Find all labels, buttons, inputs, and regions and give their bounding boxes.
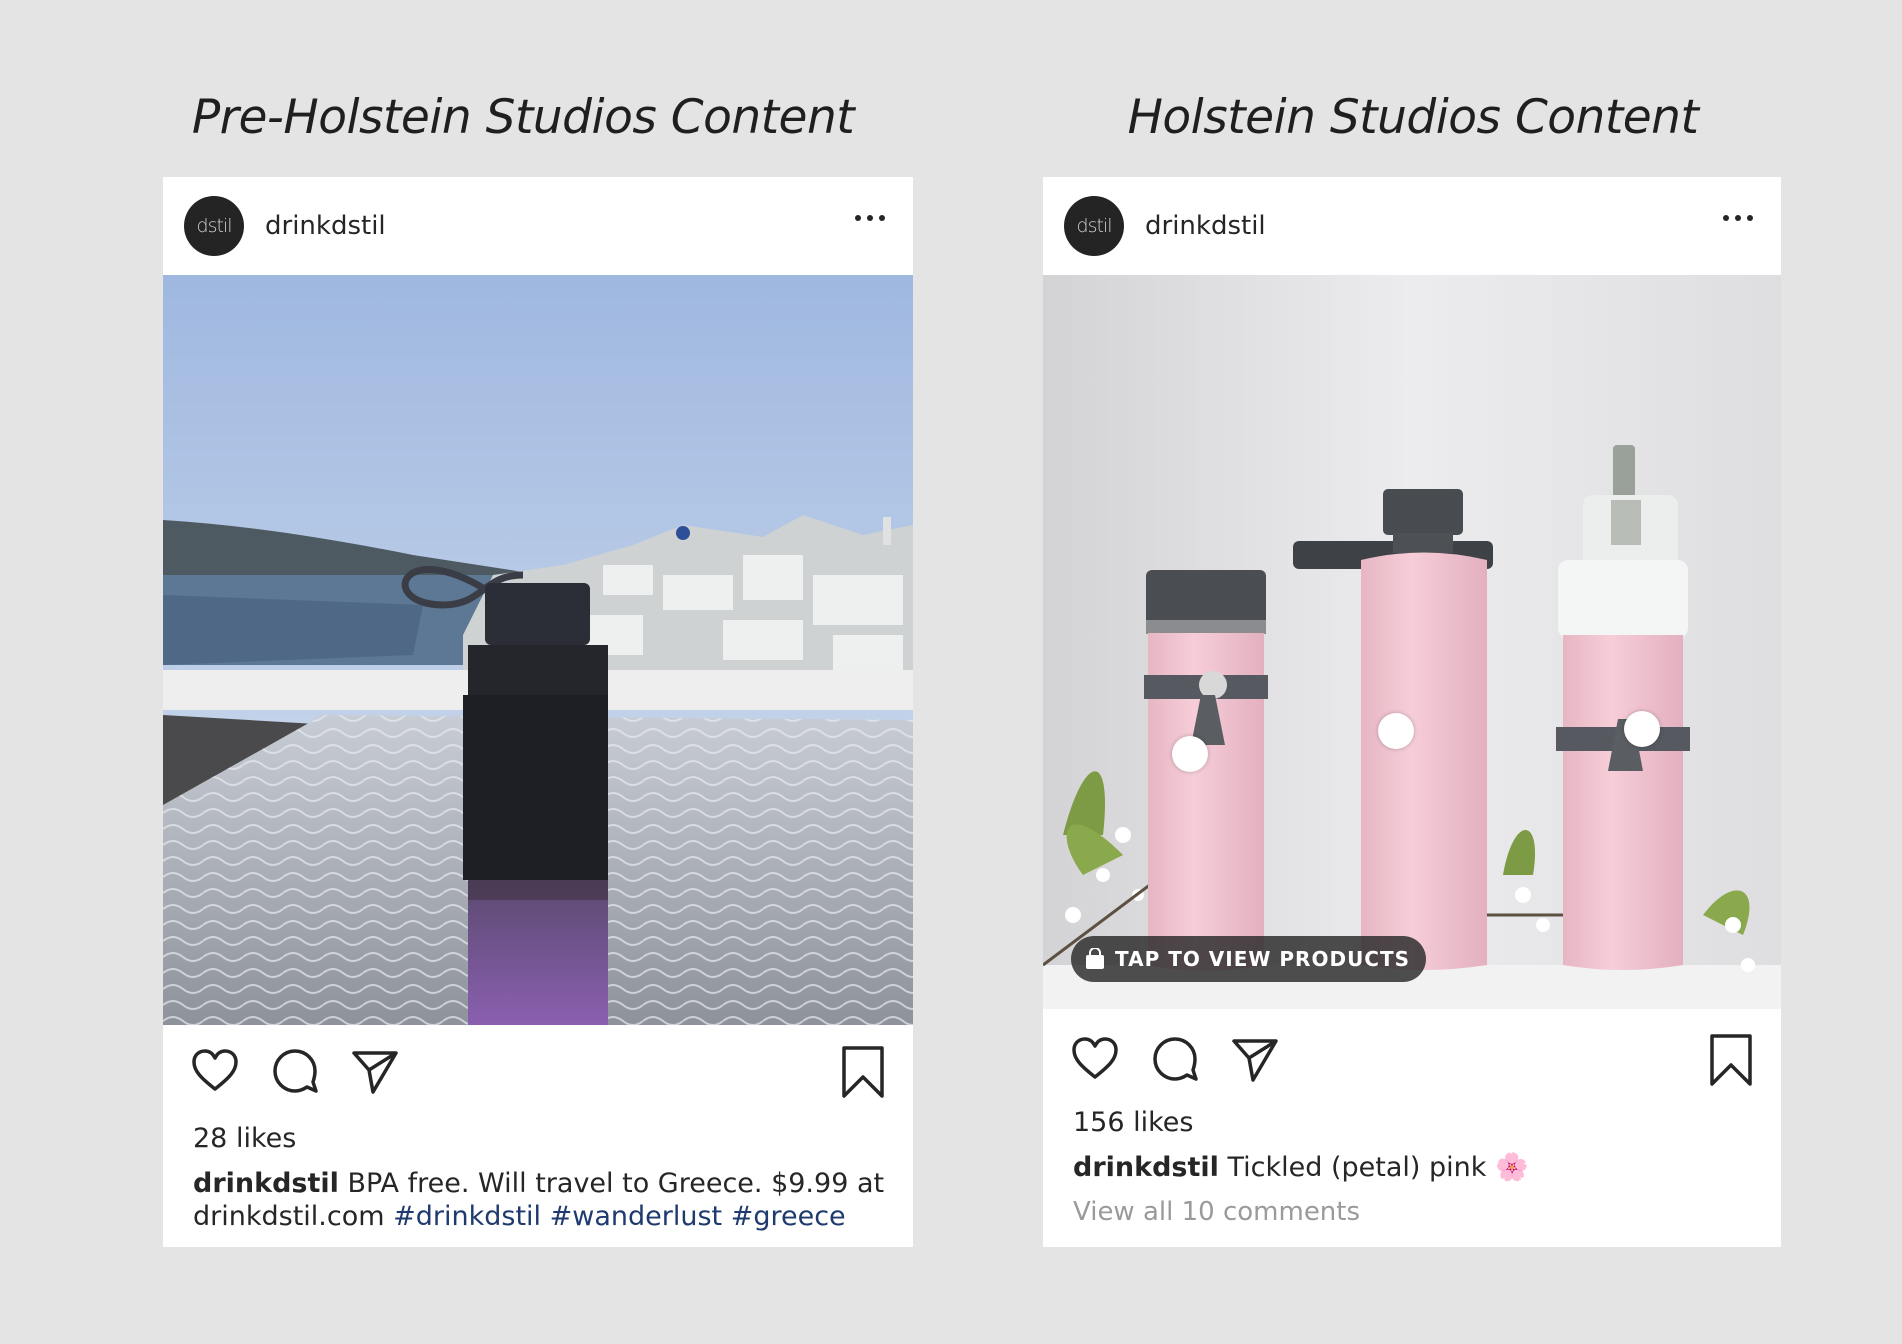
caption-text: Tickled (petal) pink bbox=[1227, 1152, 1487, 1183]
cherry-blossom-emoji: 🌸 bbox=[1494, 1152, 1529, 1183]
comment-icon[interactable] bbox=[1149, 1033, 1201, 1085]
caption: drinkdstil Tickled (petal) pink 🌸 bbox=[1073, 1151, 1757, 1184]
more-icon[interactable] bbox=[1723, 213, 1753, 223]
hashtag-wanderlust[interactable]: #wanderlust bbox=[550, 1201, 722, 1232]
username[interactable]: drinkdstil bbox=[1145, 211, 1266, 241]
avatar[interactable]: dstil bbox=[1064, 196, 1124, 256]
product-tag-dot[interactable] bbox=[1172, 736, 1208, 772]
greece-bottle-photo bbox=[163, 275, 913, 1025]
left-heading: Pre-Holstein Studios Content bbox=[191, 90, 855, 145]
hashtag-greece[interactable]: #greece bbox=[731, 1201, 846, 1232]
post-header: dstil drinkdstil bbox=[1043, 177, 1781, 275]
bookmark-icon[interactable] bbox=[1707, 1033, 1755, 1087]
caption-username[interactable]: drinkdstil bbox=[1073, 1152, 1219, 1183]
username[interactable]: drinkdstil bbox=[265, 211, 386, 241]
post-photo[interactable] bbox=[163, 275, 913, 1025]
share-icon[interactable] bbox=[1229, 1033, 1281, 1085]
likes-count[interactable]: 156 likes bbox=[1073, 1107, 1193, 1138]
product-tag-dot[interactable] bbox=[1378, 713, 1414, 749]
instagram-post-before: dstil drinkdstil 28 likes drinkdstil BPA… bbox=[163, 177, 913, 1247]
bookmark-icon[interactable] bbox=[839, 1045, 887, 1099]
pink-bottles-photo bbox=[1043, 275, 1781, 1009]
instagram-post-after: dstil drinkdstil TAP TO VIEW PRODUCTS 15… bbox=[1043, 177, 1781, 1247]
post-photo[interactable]: TAP TO VIEW PRODUCTS bbox=[1043, 275, 1781, 1009]
product-tag-dot[interactable] bbox=[1624, 711, 1660, 747]
comment-icon[interactable] bbox=[269, 1045, 321, 1097]
share-icon[interactable] bbox=[349, 1045, 401, 1097]
likes-count[interactable]: 28 likes bbox=[193, 1123, 296, 1154]
shopping-bag-icon bbox=[1086, 948, 1104, 969]
avatar[interactable]: dstil bbox=[184, 196, 244, 256]
hashtag-drinkdstil[interactable]: #drinkdstil bbox=[393, 1201, 541, 1232]
caption: drinkdstil BPA free. Will travel to Gree… bbox=[193, 1167, 889, 1233]
action-bar bbox=[163, 1045, 913, 1105]
post-header: dstil drinkdstil bbox=[163, 177, 913, 275]
right-heading: Holstein Studios Content bbox=[1127, 90, 1699, 145]
more-icon[interactable] bbox=[855, 213, 885, 223]
view-comments-link[interactable]: View all 10 comments bbox=[1073, 1197, 1360, 1227]
heart-icon[interactable] bbox=[1069, 1033, 1121, 1085]
caption-username[interactable]: drinkdstil bbox=[193, 1168, 339, 1199]
tap-label: TAP TO VIEW PRODUCTS bbox=[1115, 947, 1411, 971]
tap-to-view-products-button[interactable]: TAP TO VIEW PRODUCTS bbox=[1071, 936, 1427, 982]
action-bar bbox=[1043, 1033, 1781, 1093]
heart-icon[interactable] bbox=[189, 1045, 241, 1097]
